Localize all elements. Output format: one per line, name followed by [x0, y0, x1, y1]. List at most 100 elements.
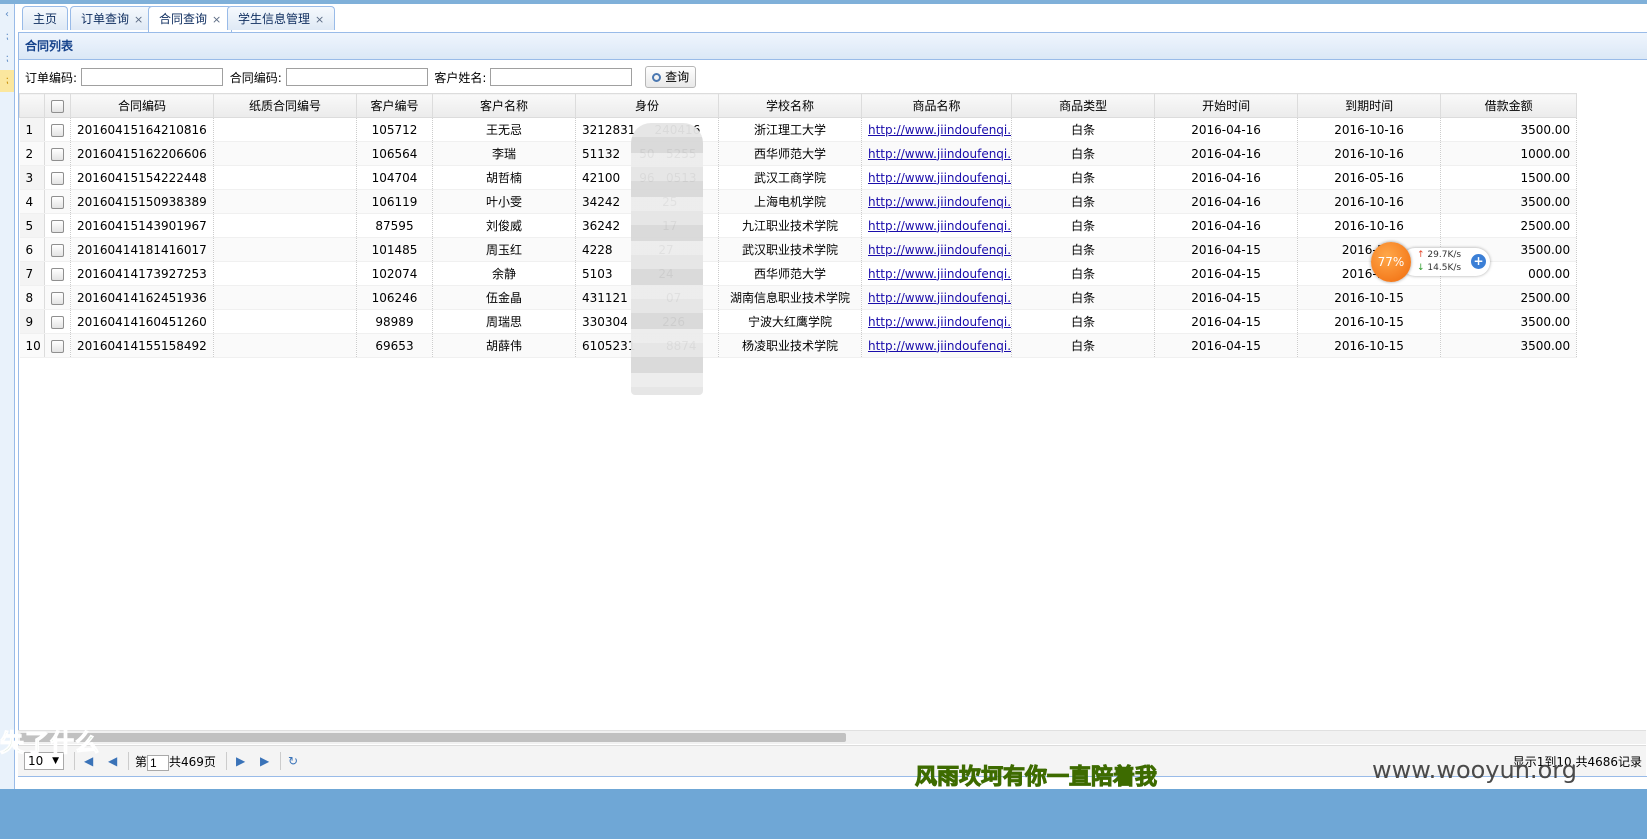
product-link[interactable]: http://www.jiindoufenqi.	[868, 291, 1011, 305]
product-name-cell: http://www.jiindoufenqi.	[861, 165, 1013, 190]
customer-name-cell: 胡哲楠	[432, 165, 576, 190]
rail-icon[interactable]: ⁏	[0, 26, 14, 48]
row-checkbox[interactable]	[44, 261, 71, 286]
table-row[interactable]: 5 20160415143901967 87595 刘俊威 36242 17 九江职业技术…	[19, 213, 1578, 238]
product-link[interactable]: http://www.jiindoufenqi.	[868, 315, 1011, 329]
tab-home[interactable]: 主页	[22, 6, 69, 30]
tab-student-info[interactable]: 学生信息管理 ×	[227, 6, 336, 30]
customer-name-input[interactable]	[490, 68, 633, 86]
order-code-input[interactable]	[80, 68, 223, 86]
rail-icon-active[interactable]: ⁏	[0, 70, 14, 92]
paper-contract-cell	[213, 309, 357, 334]
row-checkbox[interactable]	[44, 309, 71, 334]
row-checkbox[interactable]	[44, 237, 71, 262]
table-row[interactable]: 320160415154222448104704胡哲楠42100 96 0513…	[19, 165, 1578, 190]
column-header[interactable]: 到期时间	[1297, 93, 1442, 118]
table-row[interactable]: 102016041415515849269653胡薛伟6105231 8874杨…	[19, 333, 1578, 358]
loan-amount-cell: 3500.00	[1440, 117, 1578, 142]
collapse-icon[interactable]: ‹	[0, 4, 14, 26]
row-number: 8	[19, 285, 45, 310]
customer-id-cell: 101485	[356, 237, 433, 262]
row-checkbox[interactable]	[44, 213, 71, 238]
column-header[interactable]: 纸质合同编号	[213, 93, 357, 118]
product-link[interactable]: http://www.jiindoufenqi.	[868, 219, 1011, 233]
row-number: 7	[19, 261, 45, 286]
tab-order-query[interactable]: 订单查询 ×	[70, 6, 155, 30]
start-date-cell: 2016-04-15	[1154, 333, 1299, 358]
contract-table: 合同编码 纸质合同编号 客户编号 客户名称 身份 学校名称 商品名称 商品类型 …	[19, 93, 1578, 358]
product-link[interactable]: http://www.jiindoufenqi.	[868, 267, 1011, 281]
contract-code-cell: 20160415164210816	[70, 117, 214, 142]
row-checkbox[interactable]	[44, 189, 71, 214]
paper-contract-cell	[213, 165, 357, 190]
page-total: 共469页	[169, 755, 216, 769]
table-row[interactable]: 120160415164210816105712王无忌3212831 24041…	[19, 117, 1578, 142]
table-row[interactable]: 92016041416045126098989周瑞思330304 226宁波大红…	[19, 309, 1578, 334]
last-page-icon[interactable]: ▶	[260, 754, 269, 768]
product-name-cell: http://www.jiindoufenqi.	[861, 261, 1013, 286]
table-row[interactable]: 220160415162206606106564李瑞51132 50 5255西…	[19, 141, 1578, 166]
query-button-label: 查询	[665, 70, 690, 84]
product-name-cell: http://www.jiindoufenqi.	[861, 333, 1013, 358]
row-checkbox[interactable]	[44, 285, 71, 310]
product-link[interactable]: http://www.jiindoufenqi.	[868, 123, 1011, 137]
table-row[interactable]: 6 20160414181416017 101485 周玉红 4228 27 武汉职业技术…	[19, 237, 1578, 262]
table-row[interactable]: 820160414162451936106246伍金晶431121 07湖南信息…	[19, 285, 1578, 310]
start-date-cell: 2016-04-15	[1154, 285, 1299, 310]
horizontal-scrollbar[interactable]	[18, 730, 1646, 744]
refresh-icon[interactable]: ↻	[288, 754, 298, 768]
rail-icon[interactable]: ⁏	[0, 48, 14, 70]
table-row[interactable]: 7 20160414173927253 102074 余静 5103 24 西华师范大学 h…	[19, 261, 1578, 286]
search-bar: 订单编码: 合同编码: 客户姓名: 查询	[25, 66, 697, 88]
customer-name-cell: 刘俊威	[432, 213, 576, 238]
product-link[interactable]: http://www.jiindoufenqi.	[868, 243, 1011, 257]
product-link[interactable]: http://www.jiindoufenqi.	[868, 339, 1011, 353]
column-header[interactable]: 借款金额	[1440, 93, 1578, 118]
column-header[interactable]: 商品名称	[860, 93, 1013, 118]
end-date-cell: 2016-10-16	[1297, 213, 1442, 238]
prev-page-icon[interactable]: ◀	[108, 754, 117, 768]
tab-bar: 主页 订单查询 × 合同查询 × 学生信息管理 ×	[22, 6, 1637, 33]
contract-code-input[interactable]	[285, 68, 428, 86]
row-checkbox[interactable]	[44, 165, 71, 190]
product-type-cell: 白条	[1011, 141, 1156, 166]
network-speed-widget[interactable]: ↑ 29.7K/s ↓ 14.5K/s + 77%	[1371, 242, 1490, 282]
column-header[interactable]: 开始时间	[1154, 93, 1299, 118]
paper-contract-cell	[213, 117, 357, 142]
download-value: 14.5K/s	[1427, 263, 1462, 273]
checkbox-icon	[51, 123, 64, 137]
select-all-checkbox[interactable]	[44, 93, 71, 118]
product-link[interactable]: http://www.jiindoufenqi.	[868, 171, 1011, 185]
column-header[interactable]: 客户名称	[432, 93, 576, 118]
row-checkbox[interactable]	[44, 117, 71, 142]
close-icon[interactable]: ×	[212, 13, 221, 26]
product-link[interactable]: http://www.jiindoufenqi.	[868, 147, 1011, 161]
contract-code-cell: 20160415150938389	[70, 189, 214, 214]
table-row[interactable]: 4 20160415150938389 106119 叶小雯 34242 25 上海电机学…	[19, 189, 1578, 214]
row-checkbox[interactable]	[44, 141, 71, 166]
row-checkbox[interactable]	[44, 333, 71, 358]
customer-id-cell: 106246	[356, 285, 433, 310]
column-header[interactable]: 客户编号	[356, 93, 433, 118]
column-header[interactable]: 商品类型	[1011, 93, 1156, 118]
checkbox-icon	[51, 243, 64, 257]
product-name-cell: http://www.jiindoufenqi.	[861, 213, 1013, 238]
product-name-cell: http://www.jiindoufenqi.	[861, 237, 1013, 262]
page-number-input[interactable]	[147, 754, 170, 771]
column-header[interactable]: 合同编码	[70, 93, 214, 118]
download-speed: ↓ 14.5K/s	[1417, 263, 1461, 273]
plus-icon[interactable]: +	[1471, 254, 1486, 269]
column-header[interactable]: 身份	[575, 93, 719, 118]
scrollbar-thumb[interactable]	[20, 733, 846, 742]
close-icon[interactable]: ×	[134, 13, 143, 26]
query-button[interactable]: 查询	[645, 66, 697, 88]
cpu-percent-badge[interactable]: 77%	[1371, 242, 1411, 282]
customer-name-cell: 李瑞	[432, 141, 576, 166]
next-page-icon[interactable]: ▶	[236, 754, 245, 768]
product-name-cell: http://www.jiindoufenqi.	[861, 189, 1013, 214]
tab-contract-query[interactable]: 合同查询 ×	[148, 6, 233, 32]
close-icon[interactable]: ×	[315, 13, 324, 26]
paper-contract-cell	[213, 237, 357, 262]
product-link[interactable]: http://www.jiindoufenqi.	[868, 195, 1011, 209]
column-header[interactable]: 学校名称	[718, 93, 862, 118]
